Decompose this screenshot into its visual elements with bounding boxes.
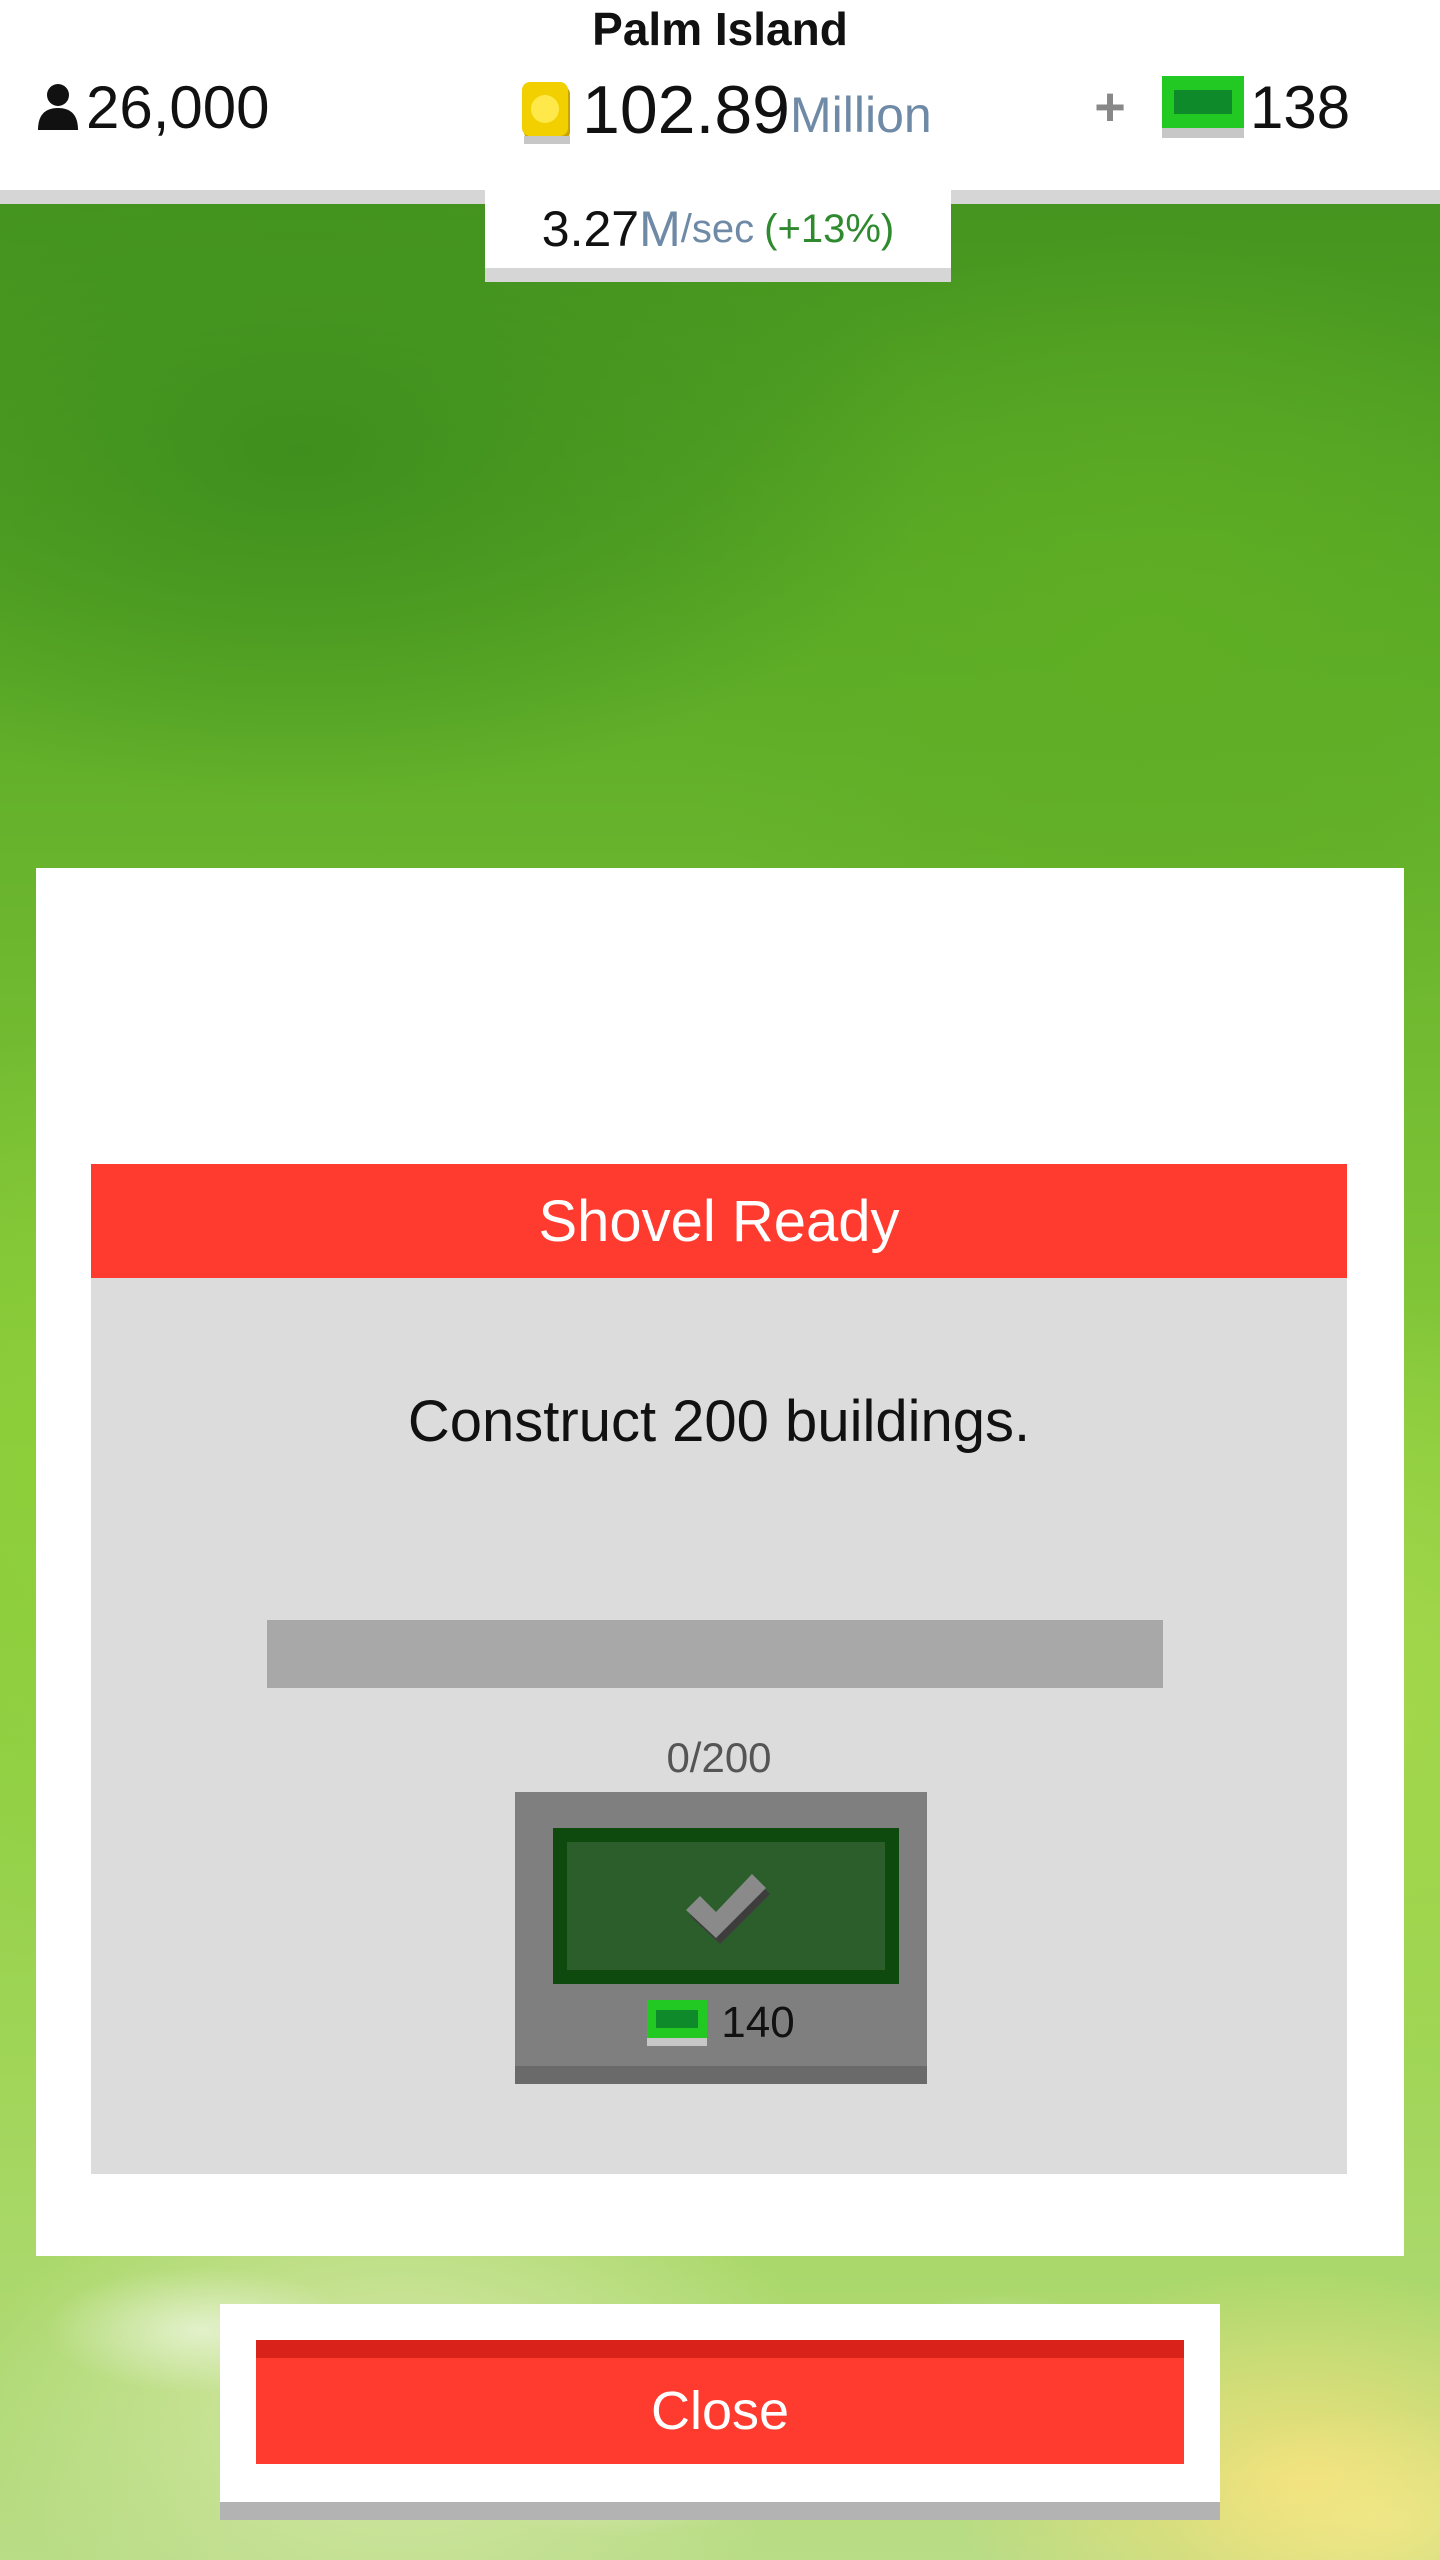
- rate-bonus: (+13%): [764, 206, 895, 251]
- achievement-modal: Shovel Ready Construct 200 buildings. 0/…: [36, 868, 1404, 2256]
- cash-counter: + 138: [1080, 72, 1350, 142]
- close-button[interactable]: Close: [256, 2340, 1184, 2464]
- rate-value: 3.27: [541, 201, 640, 257]
- progress-bar: [267, 1620, 1163, 1688]
- cash-value: 138: [1250, 73, 1351, 141]
- top-hud: Palm Island 26,000 102.89 Million + 138: [0, 0, 1440, 204]
- income-rate-tab: 3.27 M /sec (+13%): [485, 190, 951, 282]
- close-button-frame: Close: [220, 2304, 1220, 2520]
- reward-amount-value: 140: [721, 1998, 795, 2047]
- claim-button-face: [553, 1828, 899, 1984]
- checkmark-icon: [686, 1874, 770, 1944]
- buy-cash-button[interactable]: +: [1080, 76, 1140, 138]
- reward-amount: 140: [515, 1998, 927, 2048]
- coin-icon: [522, 82, 570, 144]
- money-value: 102.89: [582, 72, 790, 148]
- rate-unit-m: M: [639, 201, 681, 257]
- city-name: Palm Island: [592, 3, 848, 55]
- claim-reward-button[interactable]: 140: [515, 1792, 927, 2084]
- achievement-card: Shovel Ready Construct 200 buildings. 0/…: [91, 1164, 1347, 2174]
- achievement-goal: Construct 200 buildings.: [407, 1389, 1031, 1454]
- person-icon: [38, 84, 78, 130]
- cash-bill-icon: [1162, 76, 1244, 138]
- progress-text: 0/200: [666, 1734, 772, 1781]
- population-counter: 26,000: [36, 72, 270, 142]
- rate-unit-sec: /sec: [680, 206, 755, 251]
- money-unit: Million: [789, 87, 932, 143]
- money-counter: 102.89 Million: [520, 70, 932, 150]
- cash-bill-icon: [647, 2000, 708, 2046]
- population-value: 26,000: [86, 73, 270, 141]
- achievement-title: Shovel Ready: [91, 1164, 1347, 1278]
